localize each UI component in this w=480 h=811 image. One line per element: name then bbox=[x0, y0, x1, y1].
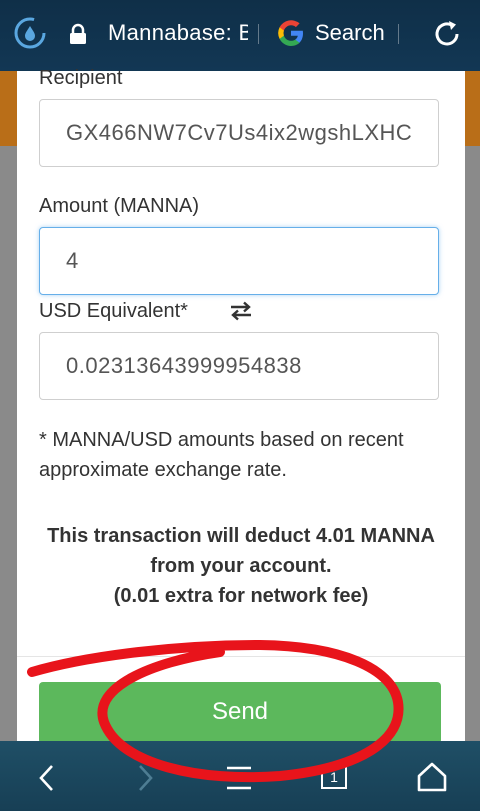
background-page bbox=[0, 71, 17, 146]
tabs-button[interactable]: 1 bbox=[321, 765, 347, 789]
recipient-input[interactable]: GX466NW7Cv7Us4ix2wgshLXHC bbox=[39, 99, 439, 167]
browser-top-bar: Mannabase: B Search bbox=[0, 0, 480, 71]
menu-icon[interactable] bbox=[225, 765, 253, 791]
send-button[interactable]: Send bbox=[39, 682, 441, 744]
lock-icon bbox=[70, 23, 86, 44]
search-button[interactable]: Search bbox=[315, 20, 385, 46]
deduct-line: from your account. bbox=[150, 555, 332, 577]
recipient-label: Recipient bbox=[39, 67, 123, 89]
home-icon[interactable] bbox=[416, 761, 448, 793]
shield-icon[interactable] bbox=[13, 16, 47, 50]
exchange-rate-note: * MANNA/USD amounts based on recent appr… bbox=[39, 429, 404, 481]
divider bbox=[398, 24, 399, 44]
forward-icon[interactable] bbox=[132, 763, 158, 793]
send-modal: Recipient GX466NW7Cv7Us4ix2wgshLXHC Amou… bbox=[17, 67, 465, 744]
reload-icon[interactable] bbox=[431, 18, 463, 50]
url-bar[interactable]: Mannabase: B bbox=[108, 20, 248, 46]
background-page bbox=[465, 71, 480, 146]
modal-footer-divider bbox=[17, 656, 465, 657]
usd-input[interactable]: 0.02313643999954838 bbox=[39, 332, 439, 400]
swap-icon[interactable] bbox=[229, 301, 253, 321]
deduct-line: This transaction will deduct 4.01 MANNA bbox=[47, 525, 435, 547]
google-icon bbox=[278, 20, 303, 46]
browser-bottom-bar: 1 bbox=[0, 741, 480, 811]
divider bbox=[258, 24, 259, 44]
back-icon[interactable] bbox=[34, 763, 60, 793]
deduct-line: (0.01 extra for network fee) bbox=[113, 585, 369, 607]
amount-label: Amount (MANNA) bbox=[39, 195, 200, 217]
amount-input[interactable]: 4 bbox=[39, 227, 439, 295]
deduct-summary: This transaction will deduct 4.01 MANNA … bbox=[17, 521, 465, 611]
usd-label: USD Equivalent* bbox=[39, 300, 188, 322]
